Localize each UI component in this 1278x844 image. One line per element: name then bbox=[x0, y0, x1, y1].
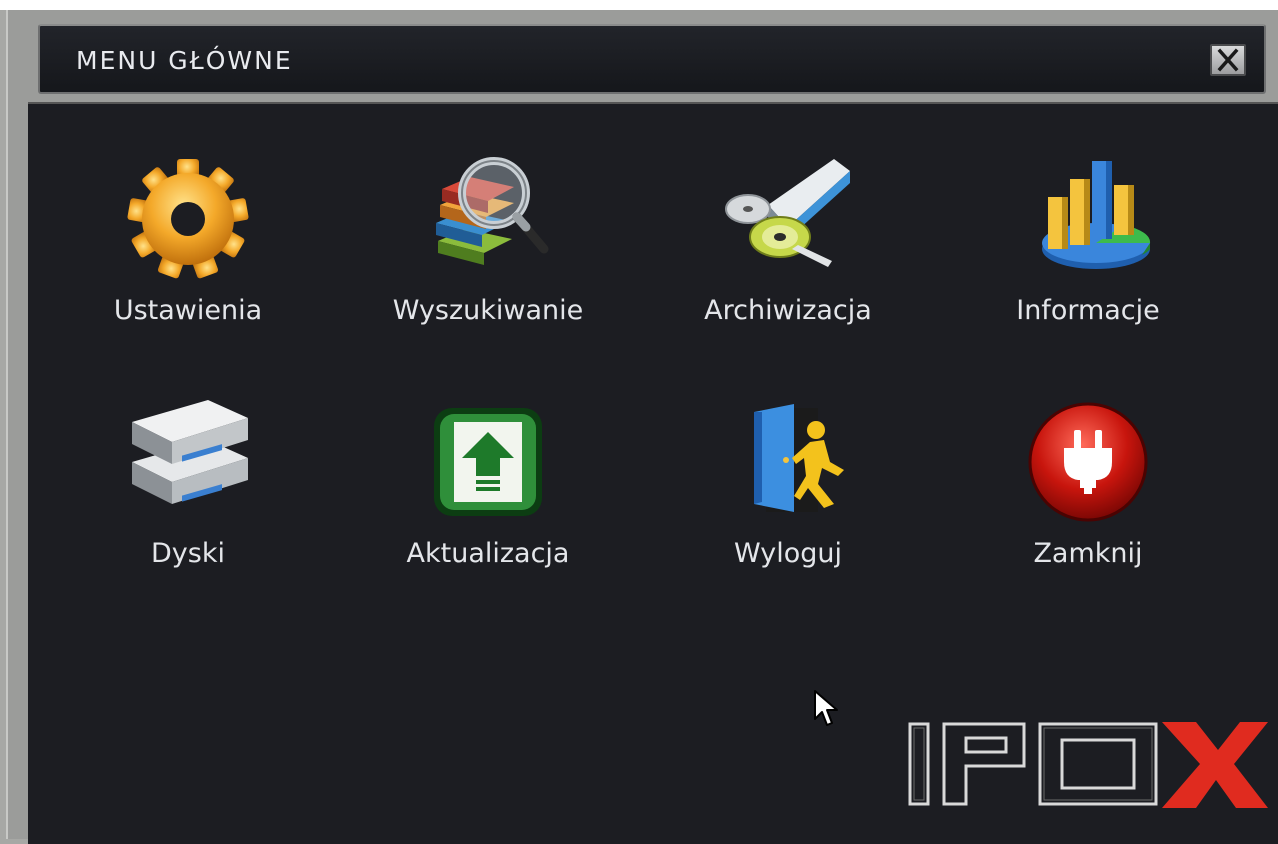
menu-item-wyloguj[interactable]: Wyloguj bbox=[648, 392, 928, 592]
logout-door-icon bbox=[754, 404, 844, 512]
menu-item-label: Wyszukiwanie bbox=[392, 295, 584, 326]
power-plug-icon bbox=[1028, 402, 1148, 522]
menu-panel: Ustawienia Wyszukiwanie Archiwizacja Inf… bbox=[28, 102, 1278, 844]
disc-drive-icon bbox=[725, 159, 850, 267]
title-bar: MENU GŁÓWNE bbox=[38, 24, 1266, 94]
menu-item-dyski[interactable]: Dyski bbox=[48, 392, 328, 592]
close-icon bbox=[1217, 48, 1239, 72]
ipox-logo bbox=[908, 722, 1268, 808]
menu-item-archiwizacja[interactable]: Archiwizacja bbox=[648, 149, 928, 349]
menu-item-aktualizacja[interactable]: Aktualizacja bbox=[348, 392, 628, 592]
menu-item-label: Wyloguj bbox=[734, 538, 842, 569]
top-border bbox=[0, 0, 1278, 10]
menu-item-zamknij[interactable]: Zamknij bbox=[948, 392, 1228, 592]
menu-item-label: Ustawienia bbox=[113, 295, 263, 326]
menu-item-label: Aktualizacja bbox=[406, 538, 570, 569]
magnifier-books-icon bbox=[436, 157, 549, 265]
upgrade-arrow-icon bbox=[434, 408, 542, 516]
menu-item-label: Dyski bbox=[151, 538, 225, 569]
menu-item-label: Informacje bbox=[1016, 295, 1160, 326]
main-menu-window: MENU GŁÓWNE Ustawienia Wyszukiwanie Arch… bbox=[6, 10, 1278, 844]
hard-disks-icon bbox=[132, 400, 248, 504]
menu-item-label: Archiwizacja bbox=[704, 295, 872, 326]
gear-icon bbox=[127, 159, 249, 279]
menu-item-informacje[interactable]: Informacje bbox=[948, 149, 1228, 349]
chart-icon bbox=[1042, 161, 1151, 269]
close-button[interactable] bbox=[1210, 44, 1246, 76]
menu-item-ustawienia[interactable]: Ustawienia bbox=[48, 149, 328, 349]
menu-item-wyszukiwanie[interactable]: Wyszukiwanie bbox=[348, 149, 628, 349]
menu-item-label: Zamknij bbox=[1033, 538, 1143, 569]
mouse-pointer-icon bbox=[814, 690, 838, 726]
window-title: MENU GŁÓWNE bbox=[76, 46, 293, 75]
